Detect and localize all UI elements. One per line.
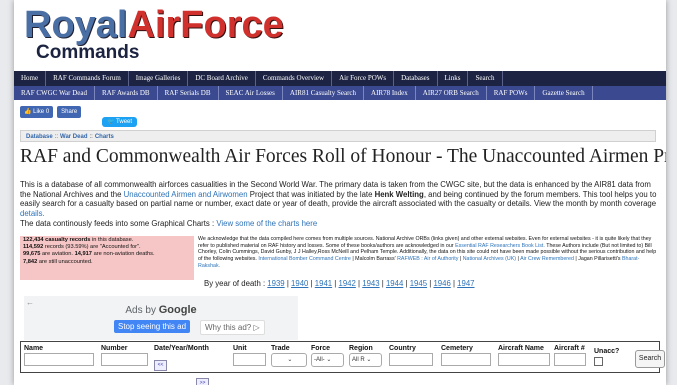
year-links: By year of death : 1939 | 1940 | 1941 | …	[204, 279, 475, 288]
facebook-buttons: 👍 Like 0 Share	[20, 106, 82, 118]
unaccounted-checkbox[interactable]	[594, 357, 603, 366]
country-label: Country	[389, 345, 416, 352]
year-1944-link[interactable]: 1944	[386, 279, 403, 288]
aircraft-number-input[interactable]	[554, 353, 586, 366]
next-date-button[interactable]: >>	[196, 378, 209, 385]
aircrew-remembered-link[interactable]: Air Crew Remembered	[520, 256, 574, 262]
year-1943-link[interactable]: 1943	[362, 279, 379, 288]
like-button[interactable]: 👍 Like 0	[20, 106, 54, 118]
force-select[interactable]: -All- ⌄	[311, 353, 344, 367]
nav-search[interactable]: Search	[468, 71, 503, 86]
breadcrumb-database[interactable]: Database	[26, 134, 53, 140]
cemetery-input[interactable]	[441, 353, 491, 366]
nav-air78[interactable]: AIR78 Index	[364, 86, 416, 100]
logo-air: Air	[127, 4, 181, 46]
unit-label: Unit	[233, 345, 247, 352]
aircraft-number-label: Aircraft #	[554, 345, 585, 352]
page-container: RoyalAirForce Commands Home RAF Commands…	[14, 0, 666, 385]
year-1946-link[interactable]: 1946	[433, 279, 450, 288]
nav-awards[interactable]: RAF Awards DB	[95, 86, 158, 100]
acknowledgement-text: We acknowledge that the data compiled he…	[198, 236, 657, 269]
share-button[interactable]: Share	[57, 106, 82, 118]
why-ad-button[interactable]: Why this ad? ▷	[200, 320, 265, 335]
region-label: Region	[349, 345, 373, 352]
breadcrumb: Database:: War Dead:: Charts	[20, 130, 656, 142]
name-input[interactable]	[24, 353, 94, 366]
year-1945-link[interactable]: 1945	[410, 279, 427, 288]
nav-air27[interactable]: AIR27 ORB Search	[416, 86, 487, 100]
tweet-button[interactable]: 🐦 Tweet	[102, 117, 138, 127]
nav-cwgc[interactable]: RAF CWGC War Dead	[14, 86, 95, 100]
trade-label: Trade	[271, 345, 290, 352]
ad-panel: ← Ads by Google Stop seeing this ad Why …	[24, 296, 298, 340]
breadcrumb-sep: ::	[89, 134, 93, 140]
logo-force: Force	[180, 4, 284, 46]
nav-air81[interactable]: AIR81 Casualty Search	[283, 86, 365, 100]
nav-seac[interactable]: SEAC Air Losses	[219, 86, 283, 100]
year-1941-link[interactable]: 1941	[315, 279, 332, 288]
details-link[interactable]: details.	[20, 209, 45, 218]
rafweb-link[interactable]: RAFWEB : Air of Authority	[397, 256, 458, 262]
nav-dc-board[interactable]: DC Board Archive	[188, 71, 256, 86]
nav-serials[interactable]: RAF Serials DB	[158, 86, 219, 100]
country-input[interactable]	[389, 353, 433, 366]
year-1947-link[interactable]: 1947	[457, 279, 474, 288]
site-logo[interactable]: RoyalAirForce Commands	[24, 6, 284, 66]
henk-welting: Henk Welting	[374, 189, 424, 199]
national-archives-link[interactable]: National Archives (UK)	[463, 256, 516, 262]
unaccounted-link[interactable]: Unaccounted Airmen and Airwomen	[124, 190, 248, 199]
prev-date-button[interactable]: <<	[154, 360, 167, 371]
secondary-nav: RAF CWGC War Dead RAF Awards DB RAF Seri…	[14, 86, 666, 100]
nav-databases[interactable]: Databases	[394, 71, 438, 86]
number-label: Number	[101, 345, 128, 352]
intro-paragraph: This is a database of all commonwealth a…	[20, 180, 657, 218]
unaccounted-label: Unacc?	[594, 348, 620, 355]
breadcrumb-sep: ::	[54, 134, 59, 140]
nav-links[interactable]: Links	[438, 71, 469, 86]
nav-pows[interactable]: Air Force POWs	[332, 71, 395, 86]
unit-input[interactable]	[233, 353, 266, 366]
logo-commands: Commands	[36, 42, 140, 63]
nav-galleries[interactable]: Image Galleries	[129, 71, 189, 86]
search-form: Name Number Date/Year/Month << >> Unit T…	[20, 341, 665, 385]
date-label: Date/Year/Month	[154, 345, 209, 352]
breadcrumb-war-dead[interactable]: War Dead	[60, 134, 87, 140]
number-input[interactable]	[101, 353, 148, 366]
nav-forum[interactable]: RAF Commands Forum	[46, 71, 129, 86]
region-select[interactable]: All R ⌄	[349, 353, 382, 367]
charts-line: The data continously feeds into some Gra…	[20, 219, 318, 228]
year-1942-link[interactable]: 1942	[339, 279, 356, 288]
charts-link[interactable]: View some of the charts here	[216, 219, 317, 228]
nav-raf-pows[interactable]: RAF POWs	[487, 86, 536, 100]
logo-royal: Royal	[24, 4, 128, 46]
trade-select[interactable]: ⌄	[271, 353, 307, 367]
twitter-bird-icon: 🐦	[107, 119, 117, 125]
search-button[interactable]: Search	[635, 350, 665, 368]
thumbs-up-icon: 👍	[24, 109, 34, 115]
ibcc-link[interactable]: International Bomber Command Centre	[258, 256, 350, 262]
nav-home[interactable]: Home	[14, 71, 47, 86]
aircraft-name-input[interactable]	[498, 353, 550, 366]
stats-box: 122,434 casualty records in this databas…	[20, 236, 194, 280]
year-1939-link[interactable]: 1939	[267, 279, 284, 288]
year-1940-link[interactable]: 1940	[291, 279, 308, 288]
cemetery-label: Cemetery	[441, 345, 473, 352]
book-list-link[interactable]: Essential RAF Researchers Book List.	[455, 243, 545, 249]
stop-ad-button[interactable]: Stop seeing this ad	[114, 320, 191, 333]
page-title: RAF and Commonwealth Air Forces Roll of …	[20, 146, 666, 167]
nav-gazette[interactable]: Gazette Search	[535, 86, 593, 100]
force-label: Force	[311, 345, 331, 352]
aircraft-name-label: Aircraft Name	[498, 345, 544, 352]
nav-commands-overview[interactable]: Commands Overview	[256, 71, 333, 86]
ads-by-google: Ads by Google	[125, 304, 197, 316]
breadcrumb-charts[interactable]: Charts	[95, 134, 114, 140]
primary-nav: Home RAF Commands Forum Image Galleries …	[14, 71, 666, 86]
name-label: Name	[24, 345, 44, 352]
